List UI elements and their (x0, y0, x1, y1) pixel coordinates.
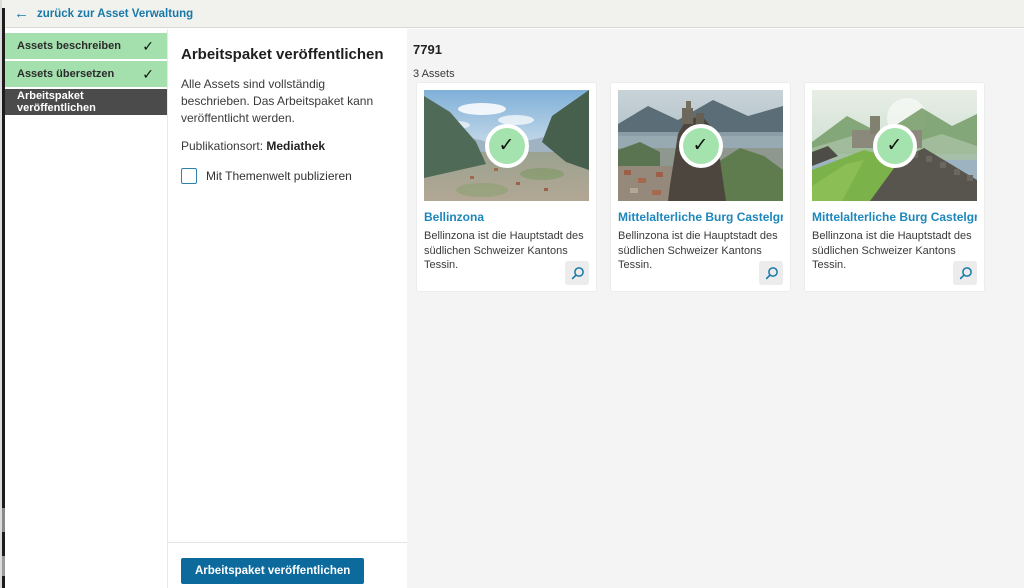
check-icon: ✓ (142, 66, 154, 83)
check-icon: ✓ (693, 136, 709, 155)
publish-button[interactable]: Arbeitspaket veröffentlichen (181, 558, 364, 584)
magnifier-icon (764, 266, 779, 281)
publication-location-label: Publikationsort: (181, 139, 263, 153)
magnifier-icon (958, 266, 973, 281)
stepper-item-label: Assets beschreiben (17, 40, 121, 52)
stepper-item-3[interactable]: Arbeitspaket veröffentlichen (5, 89, 167, 115)
back-link-label: zurück zur Asset Verwaltung (37, 8, 193, 20)
magnifier-icon (570, 266, 585, 281)
asset-title-link[interactable]: Mittelalterliche Burg Castelgrande in (618, 210, 783, 224)
published-status-badge: ✓ (873, 124, 917, 168)
asset-card: ✓ Mittelalterliche Burg Castelgrande in … (805, 83, 984, 291)
panel-title: Arbeitspaket veröffentlichen (181, 46, 391, 63)
themenwelt-checkbox-label: Mit Themenwelt publizieren (206, 169, 352, 183)
workflow-stepper: Assets beschreiben ✓ Assets übersetzen ✓ Arb… (5, 29, 167, 588)
asset-preview-button[interactable] (953, 261, 977, 285)
panel-footer: Arbeitspaket veröffentlichen (168, 542, 407, 588)
stepper-item-label: Arbeitspaket veröffentlichen (17, 90, 154, 114)
package-id: 7791 (413, 42, 1024, 57)
top-bar: ← zurück zur Asset Verwaltung (0, 0, 1024, 28)
left-edge-dark-strip (2, 8, 5, 588)
asset-package-area: 7791 3 Assets ✓ (407, 29, 1024, 588)
app-screen: ← zurück zur Asset Verwaltung Assets bes… (0, 0, 1024, 588)
back-arrow-icon: ← (14, 6, 29, 21)
check-icon: ✓ (887, 136, 903, 155)
left-edge-gray-segment (2, 508, 5, 532)
asset-preview-button[interactable] (565, 261, 589, 285)
publish-panel: Arbeitspaket veröffentlichen Alle Assets… (167, 29, 407, 588)
asset-card-list: ✓ Bellinzona Bellinzona ist die Hauptsta… (417, 83, 984, 291)
asset-thumbnail: ✓ (812, 90, 977, 201)
package-header: 7791 3 Assets (407, 29, 1024, 80)
asset-card: ✓ Bellinzona Bellinzona ist die Hauptsta… (417, 83, 596, 291)
published-status-badge: ✓ (485, 124, 529, 168)
check-icon: ✓ (142, 38, 154, 55)
publication-location-value: Mediathek (266, 139, 325, 153)
check-icon: ✓ (499, 136, 515, 155)
asset-title-link[interactable]: Mittelalterliche Burg Castelgrande in (812, 210, 977, 224)
left-edge-gray-segment (2, 556, 5, 576)
stepper-item-label: Assets übersetzen (17, 68, 114, 80)
themenwelt-checkbox-row: Mit Themenwelt publizieren (181, 168, 391, 184)
asset-card: ✓ Mittelalterliche Burg Castelgrande in … (611, 83, 790, 291)
stepper-item-1[interactable]: Assets beschreiben ✓ (5, 33, 167, 59)
back-to-asset-management-link[interactable]: ← zurück zur Asset Verwaltung (14, 6, 193, 21)
asset-preview-button[interactable] (759, 261, 783, 285)
asset-thumbnail: ✓ (618, 90, 783, 201)
asset-count: 3 Assets (413, 68, 1024, 80)
publication-location-line: Publikationsort: Mediathek (181, 139, 391, 153)
themenwelt-checkbox[interactable] (181, 168, 197, 184)
stepper-item-2[interactable]: Assets übersetzen ✓ (5, 61, 167, 87)
asset-thumbnail: ✓ (424, 90, 589, 201)
asset-title-link[interactable]: Bellinzona (424, 210, 589, 224)
published-status-badge: ✓ (679, 124, 723, 168)
panel-description: Alle Assets sind vollständig beschrieben… (181, 76, 391, 126)
